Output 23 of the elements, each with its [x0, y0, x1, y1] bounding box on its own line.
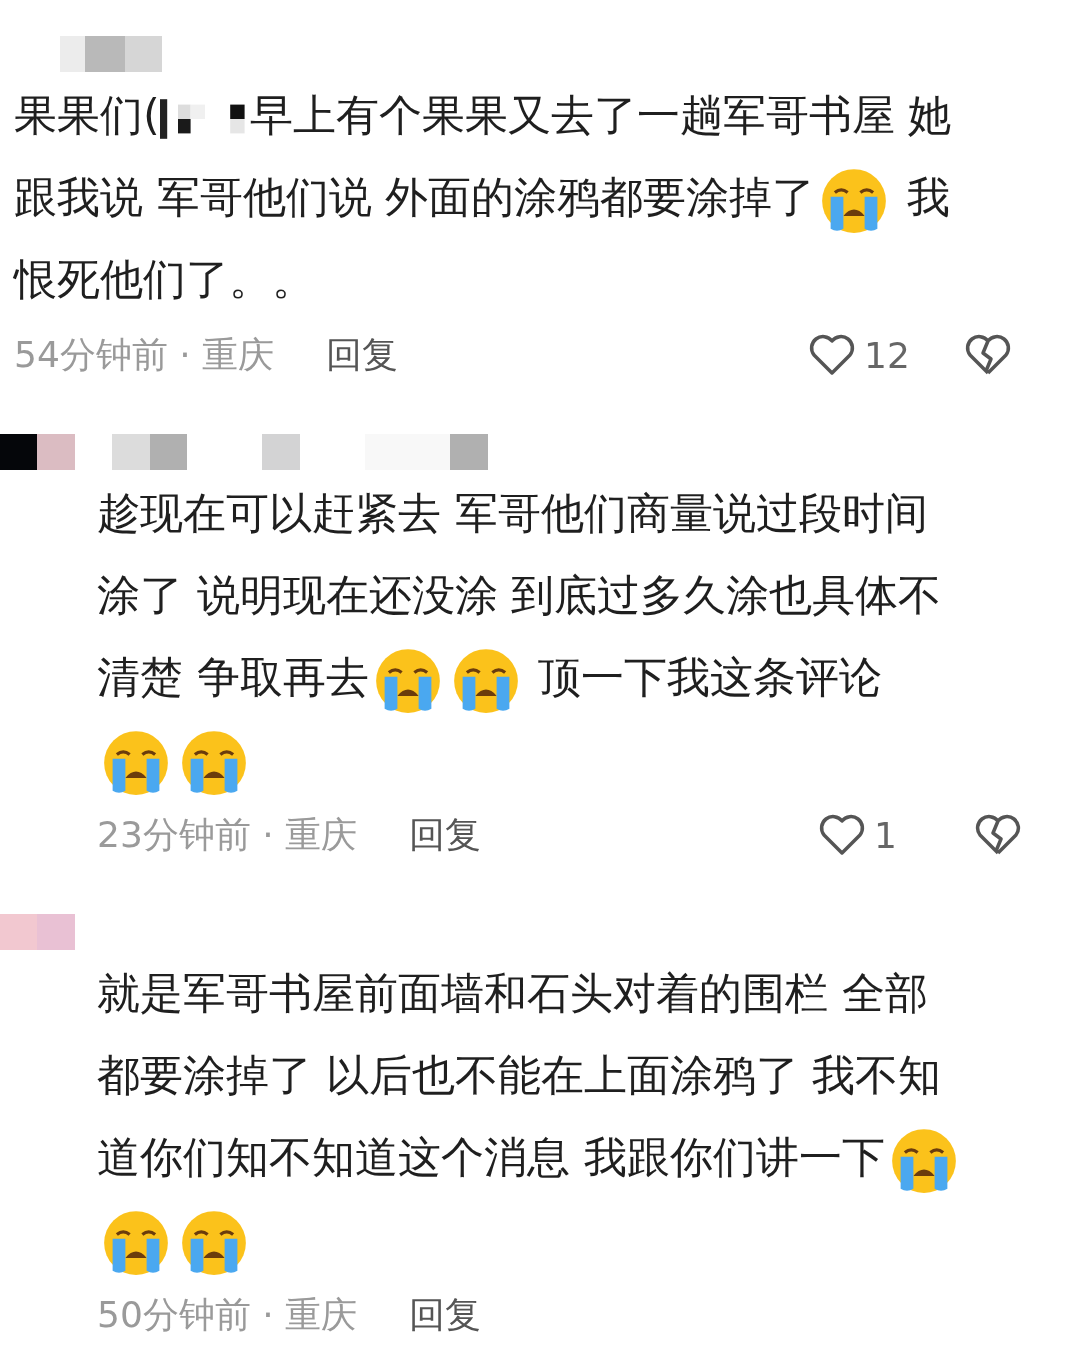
comment-text: 趁现在可以赶紧去 军哥他们商量说过段时间涂了 说明现在还没涂 到底过多久涂也具体不清楚 争取再去 顶一下我这条评论 — [97, 472, 955, 800]
comment-text: 果果们( 早上有个果果又去了一趟军哥书屋 她跟我说 军哥他们说 外面的涂鸦都要涂掉了 我恨死他们了。。 — [14, 89, 953, 306]
broken-heart-icon[interactable] — [964, 333, 1012, 377]
crying-emoji-icon — [820, 166, 889, 235]
crying-emoji-icon — [451, 646, 520, 715]
crying-emoji-icon — [102, 1208, 170, 1277]
reply-link[interactable]: 回复 — [409, 810, 482, 860]
comment-time-location: 23分钟前 · 重庆 — [97, 812, 358, 857]
comment-time-location: 54分钟前 · 重庆 — [14, 332, 275, 377]
like-count: 12 — [864, 334, 911, 376]
comment-time-location: 50分钟前 · 重庆 — [97, 1292, 358, 1337]
reply-link[interactable]: 回复 — [326, 330, 399, 380]
crying-emoji-icon — [180, 728, 248, 797]
broken-heart-icon[interactable] — [974, 813, 1022, 857]
like-heart-icon[interactable] — [808, 333, 856, 377]
crying-emoji-icon — [373, 646, 442, 715]
crying-emoji-icon — [180, 1208, 248, 1277]
reply-link[interactable]: 回复 — [409, 1290, 482, 1340]
like-heart-icon[interactable] — [818, 813, 866, 857]
crying-emoji-icon — [102, 728, 170, 797]
comment-text: 就是军哥书屋前面墙和石头对着的围栏 全部都要涂掉了 以后也不能在上面涂鸦了 我不知道你们知不知道这个消息 我跟你们讲一下 — [97, 952, 966, 1280]
like-count: 1 — [874, 814, 898, 856]
crying-emoji-icon — [889, 1126, 958, 1195]
